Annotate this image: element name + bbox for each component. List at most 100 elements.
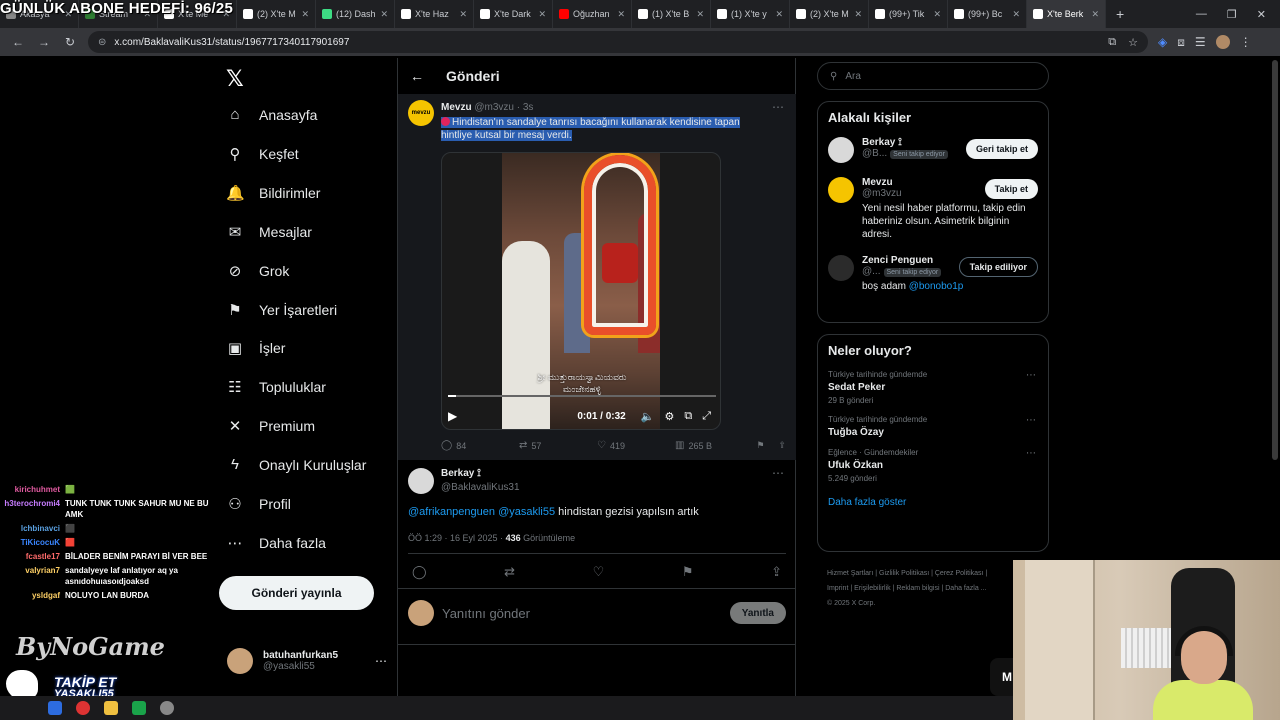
suggested-person[interactable]: Mevzu @m3vzu Yeni nesil haber platformu, t… <box>818 173 1048 245</box>
search-input[interactable]: ⚲ Ara <box>817 62 1049 90</box>
more-icon[interactable]: ⋯ <box>1026 370 1036 381</box>
browser-tab[interactable]: (12) Dash ✕ <box>316 0 395 28</box>
reply-button[interactable]: Yanıtla <box>729 602 786 624</box>
reply-action[interactable]: ◯ 84 <box>441 440 519 451</box>
nav-item[interactable]: ⌂ Anasayfa <box>226 106 317 123</box>
nav-item[interactable]: ✉ Mesajlar <box>226 223 312 241</box>
close-tab-icon[interactable]: ✕ <box>617 9 625 20</box>
repost-icon[interactable]: ⇄ <box>504 564 515 580</box>
close-tab-icon[interactable]: ✕ <box>854 9 862 20</box>
views-action[interactable]: ▥ 265 B <box>675 440 753 451</box>
trend-item[interactable]: Türkiye tarihinde gündemde Sedat Peker 29 … <box>818 366 1048 411</box>
nav-item[interactable]: ⚲ Keşfet <box>226 145 299 163</box>
taskbar-folder-icon[interactable] <box>104 701 118 715</box>
bookmark-icon[interactable]: ⚑ <box>682 564 694 580</box>
x-logo-icon[interactable]: 𝕏 <box>226 66 244 92</box>
nav-item[interactable]: ⚇ Profil <box>226 495 291 513</box>
close-tab-icon[interactable]: ✕ <box>1012 9 1020 20</box>
address-bar[interactable]: ⊜ x.com/BaklavaliKus31/status/1967717340… <box>88 31 1148 53</box>
avatar[interactable] <box>408 468 434 494</box>
author-name[interactable]: Mevzu <box>441 102 472 113</box>
suggested-person[interactable]: Berkay ⟟ @B... Seni takip ediyor Geri takip… <box>818 133 1048 167</box>
follow-button[interactable]: Takip ediliyor <box>958 257 1038 277</box>
taskbar-app-icon[interactable] <box>76 701 90 715</box>
post-button[interactable]: Gönderi yayınla <box>219 576 374 610</box>
avatar[interactable] <box>828 255 854 281</box>
close-tab-icon[interactable]: ✕ <box>380 9 388 20</box>
nav-item[interactable]: ▣ İşler <box>226 339 286 357</box>
back-arrow-icon[interactable]: ← <box>410 68 424 84</box>
profile-avatar[interactable] <box>1215 35 1230 49</box>
pip-icon[interactable]: ⧉ <box>684 410 692 423</box>
nav-item[interactable]: ✕ Premium <box>226 417 315 435</box>
taskbar-app-icon[interactable] <box>160 701 174 715</box>
browser-tab[interactable]: (99+) Bc ✕ <box>948 0 1027 28</box>
reload-icon[interactable]: ↻ <box>62 35 78 49</box>
volume-icon[interactable]: 🔈 <box>641 410 655 423</box>
more-icon[interactable]: ⋯ <box>772 466 784 480</box>
new-tab-button[interactable]: + <box>1106 6 1134 22</box>
share-icon[interactable]: ⇪ <box>778 440 786 451</box>
browser-tab[interactable]: X'te Berk ✕ <box>1027 0 1106 28</box>
more-icon[interactable]: ⋯ <box>772 100 784 114</box>
trend-item[interactable]: Türkiye tarihinde gündemde Tuğba Özay ⋯ <box>818 411 1048 444</box>
follow-button[interactable]: Geri takip et <box>965 139 1038 159</box>
bookmark-star-icon[interactable]: ☆ <box>1128 36 1138 49</box>
back-icon[interactable]: ← <box>10 35 26 49</box>
trend-item[interactable]: Eğlence · Gündemdekiler Ufuk Özkan 5.249 g… <box>818 444 1048 489</box>
nav-item[interactable]: ⊘ Grok <box>226 262 290 280</box>
avatar[interactable] <box>828 137 854 163</box>
browser-tab[interactable]: Oğuzhan ✕ <box>553 0 632 28</box>
repost-action[interactable]: ⇄ 57 <box>519 440 597 451</box>
settings-gear-icon[interactable]: ⚙ <box>664 410 674 423</box>
close-tab-icon[interactable]: ✕ <box>933 9 941 20</box>
forward-icon[interactable]: → <box>36 35 52 49</box>
video-progress-bar[interactable] <box>448 395 716 397</box>
mention-link[interactable]: @afrikanpenguen <box>408 506 495 518</box>
account-switcher[interactable]: batuhanfurkan5 @yasakli55 ⋯ <box>227 648 387 674</box>
close-tab-icon[interactable]: ✕ <box>301 9 309 20</box>
browser-tab[interactable]: (2) X'te M ✕ <box>237 0 316 28</box>
video-player[interactable]: ಶ್ರೀ ಮುತ್ತುರಾಯಸ್ವಾಮಿಯವರು ಮಂಜೇನಹಳ್ಳಿ ▶ 0:… <box>441 152 721 430</box>
close-window-icon[interactable]: ✕ <box>1257 8 1266 21</box>
close-tab-icon[interactable]: ✕ <box>696 9 704 20</box>
restore-icon[interactable]: ❐ <box>1227 8 1237 21</box>
browser-menu-icon[interactable]: ⋮ <box>1240 35 1252 49</box>
nav-item[interactable]: ⚑ Yer İşaretleri <box>226 301 337 319</box>
install-icon[interactable]: ⧉ <box>1108 36 1116 49</box>
fullscreen-icon[interactable]: ⤢ <box>702 410 711 423</box>
extension-icon[interactable]: ◈ <box>1158 35 1167 49</box>
quoted-post[interactable]: mevzu Mevzu @m3vzu · 3s ⋯ Hindistan'ın s… <box>398 94 796 460</box>
browser-tab[interactable]: (1) X'te B ✕ <box>632 0 711 28</box>
scrollbar[interactable] <box>1272 60 1278 460</box>
avatar[interactable]: mevzu <box>408 100 434 126</box>
site-info-icon[interactable]: ⊜ <box>98 37 106 48</box>
suggested-person[interactable]: Zenci Penguen @... Seni takip ediyor boş ad… <box>818 251 1048 297</box>
author-handle[interactable]: @m3vzu <box>474 102 514 113</box>
browser-tab[interactable]: (2) X'te M ✕ <box>790 0 869 28</box>
avatar[interactable] <box>828 177 854 203</box>
share-icon[interactable]: ⇪ <box>771 564 782 580</box>
browser-tab[interactable]: X'te Dark ✕ <box>474 0 553 28</box>
follow-button[interactable]: Takip et <box>984 179 1038 199</box>
more-icon[interactable]: ⋯ <box>1026 448 1036 459</box>
nav-item[interactable]: ϟ Onaylı Kuruluşlar <box>226 456 366 473</box>
person-name[interactable]: Berkay ⟟ <box>862 137 948 148</box>
close-tab-icon[interactable]: ✕ <box>459 9 467 20</box>
browser-tab[interactable]: (99+) Tik ✕ <box>869 0 948 28</box>
show-more-link[interactable]: Daha fazla göster <box>818 489 1048 520</box>
mention-link[interactable]: @yasakli55 <box>498 506 555 518</box>
close-tab-icon[interactable]: ✕ <box>775 9 783 20</box>
nav-item[interactable]: ☷ Topluluklar <box>226 378 326 396</box>
taskbar-app-icon[interactable] <box>132 701 146 715</box>
mention-link[interactable]: @bonobo1p <box>909 281 964 292</box>
extensions-puzzle-icon[interactable]: ⧈ <box>1177 35 1185 50</box>
minimize-icon[interactable]: — <box>1196 8 1207 21</box>
reading-list-icon[interactable]: ☰ <box>1195 35 1206 49</box>
browser-tab[interactable]: X'te Haz ✕ <box>395 0 474 28</box>
reply-input[interactable]: Yanıtını gönder <box>442 606 530 621</box>
bookmark-icon[interactable]: ⚑ <box>756 440 764 451</box>
browser-tab[interactable]: (1) X'te y ✕ <box>711 0 790 28</box>
close-tab-icon[interactable]: ✕ <box>538 9 546 20</box>
taskbar-app-icon[interactable] <box>48 701 62 715</box>
